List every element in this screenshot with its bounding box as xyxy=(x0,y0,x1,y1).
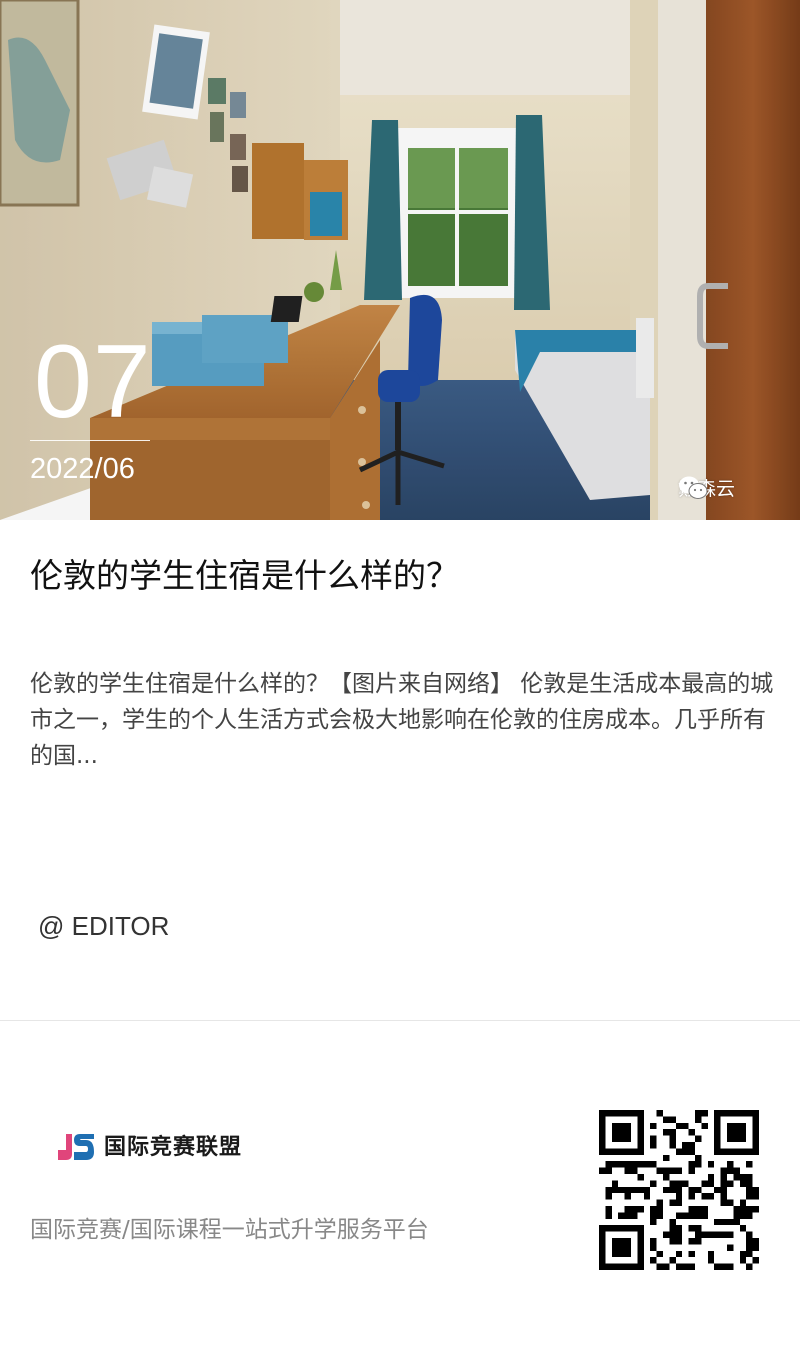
brand-logo: 国际竞赛联盟 xyxy=(54,1128,242,1162)
js-logo-icon xyxy=(58,1134,94,1160)
article-title[interactable]: 伦敦的学生住宿是什么样的？ xyxy=(30,552,770,600)
hero-image: 07 2022/06 戴森云 xyxy=(0,0,800,520)
tagline: 国际竞赛/国际课程一站式升学服务平台 xyxy=(30,1217,429,1243)
wechat-icon xyxy=(679,476,708,499)
qr-code-icon xyxy=(599,1110,759,1270)
section-divider xyxy=(0,1020,800,1021)
date-year-month: 2022/06 xyxy=(30,453,135,485)
date-day: 07 xyxy=(34,324,152,440)
editor-credit: @ EDITOR xyxy=(38,911,170,941)
watermark: 戴森云 xyxy=(678,475,735,503)
article-summary: 伦敦的学生住宿是什么样的？【图片来自网络】 伦敦是生活成本最高的城市之一，学生的… xyxy=(30,671,774,769)
brand-name: 国际竞赛联盟 xyxy=(104,1135,243,1160)
dorm-room-photo xyxy=(0,0,800,520)
date-divider xyxy=(30,440,150,441)
